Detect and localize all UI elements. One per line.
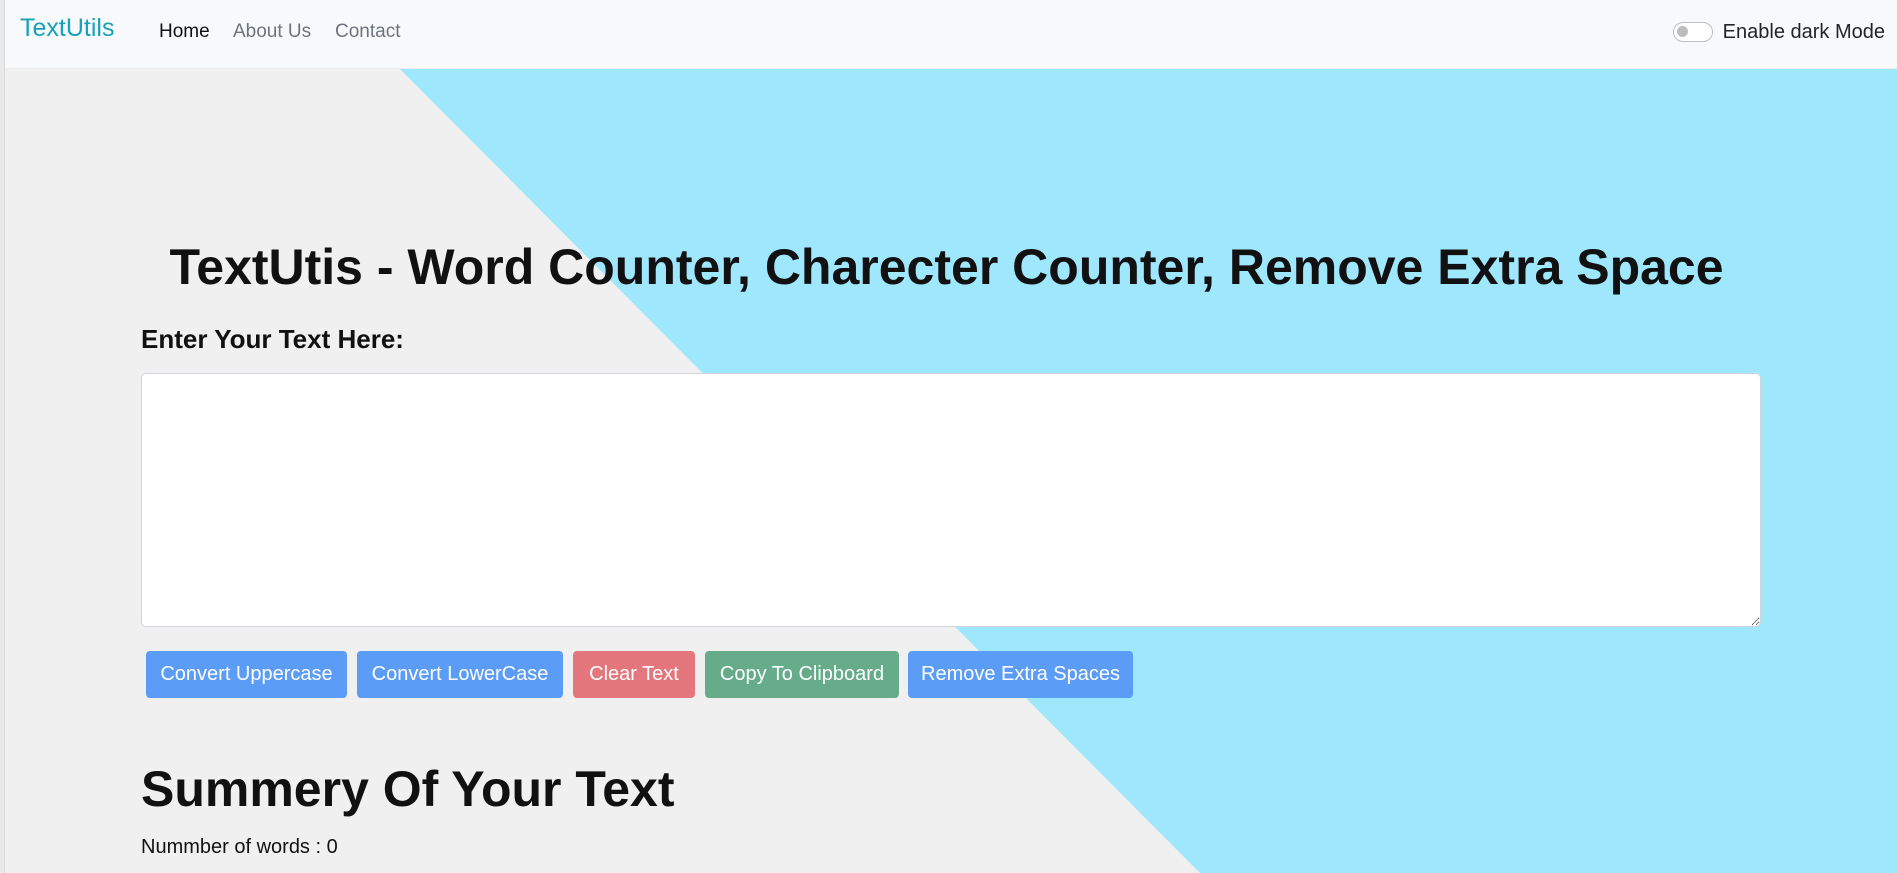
- clear-text-button[interactable]: Clear Text: [573, 651, 695, 698]
- text-input-area[interactable]: [141, 373, 1761, 627]
- window-left-edge: [0, 0, 5, 873]
- word-count-text: Nummber of words : 0: [141, 836, 338, 858]
- nav-link-about-us[interactable]: About Us: [233, 21, 311, 43]
- dark-mode-label[interactable]: Enable dark Mode: [1723, 21, 1885, 44]
- switch-knob: [1676, 26, 1688, 37]
- dark-mode-toggle-group: Enable dark Mode: [1672, 19, 1885, 45]
- text-input-label: Enter Your Text Here:: [141, 324, 404, 354]
- top-navbar: TextUtils Home About Us Contact Enable d…: [5, 0, 1897, 69]
- convert-uppercase-button[interactable]: Convert Uppercase: [146, 651, 347, 698]
- page-title: TextUtis - Word Counter, Charecter Count…: [169, 239, 1724, 295]
- copy-to-clipboard-button[interactable]: Copy To Clipboard: [705, 651, 899, 698]
- summary-heading: Summery Of Your Text: [141, 761, 675, 817]
- convert-lowercase-button[interactable]: Convert LowerCase: [357, 651, 563, 698]
- nav-link-home[interactable]: Home: [159, 21, 210, 43]
- brand-logo-link[interactable]: TextUtils: [20, 14, 114, 43]
- nav-link-contact[interactable]: Contact: [335, 21, 400, 43]
- remove-extra-spaces-button[interactable]: Remove Extra Spaces: [908, 651, 1133, 698]
- dark-mode-switch[interactable]: [1672, 22, 1713, 42]
